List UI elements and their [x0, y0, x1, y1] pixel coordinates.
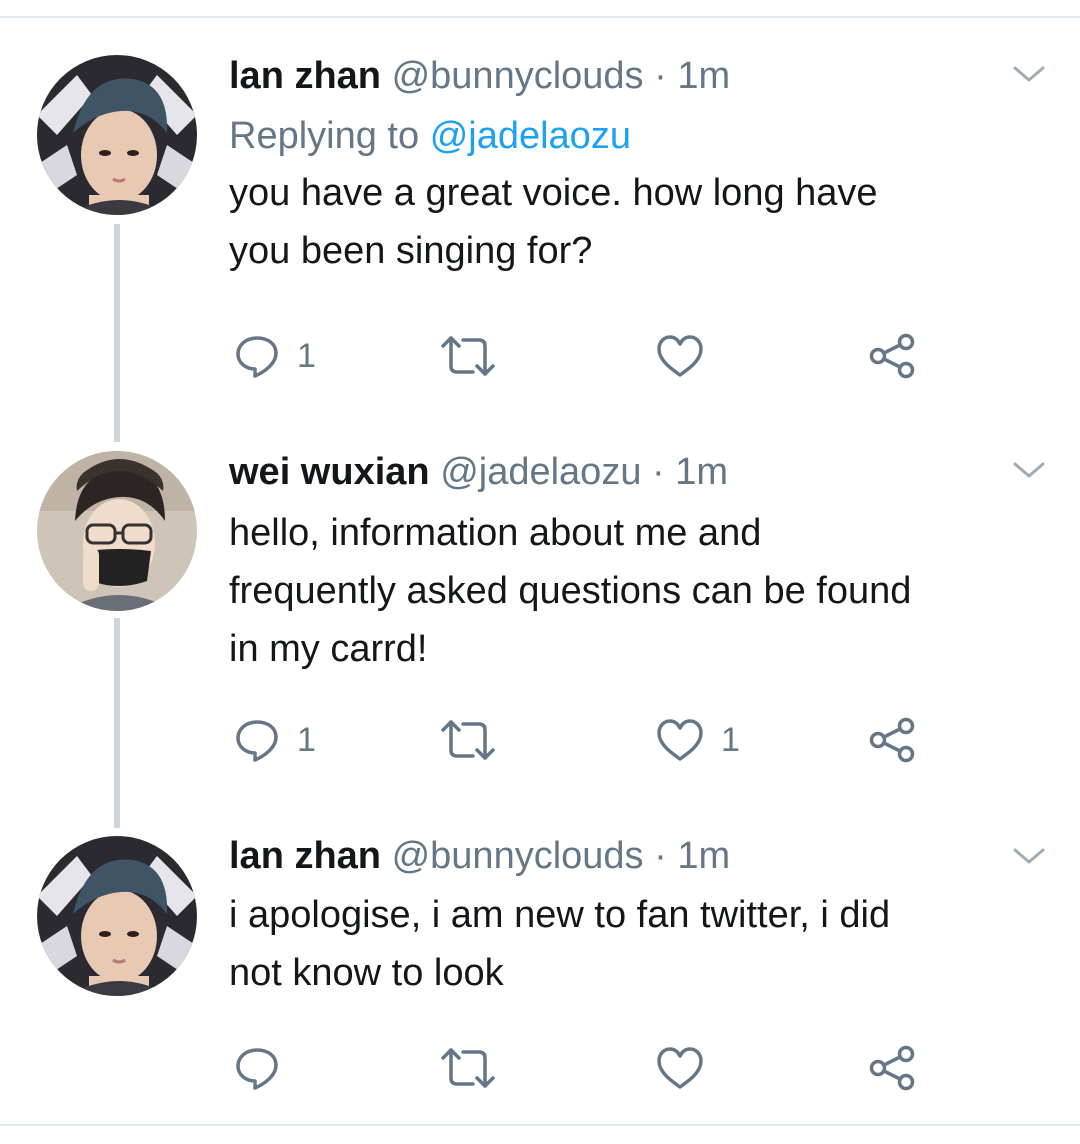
heart-icon: [657, 1047, 703, 1089]
tweet-text: i apologise, i am new to fan twitter, i …: [229, 886, 1059, 1002]
bottom-divider: [0, 1124, 1080, 1126]
display-name[interactable]: lan zhan: [229, 55, 381, 97]
separator: ·: [652, 451, 665, 493]
replying-to: Replying to @jadelaozu: [229, 114, 1059, 158]
avatar-photo-icon: [37, 836, 197, 996]
display-name[interactable]: wei wuxian: [229, 451, 430, 493]
reply-icon: [236, 1048, 278, 1090]
avatar-photo-icon: [37, 451, 197, 611]
reply-count: 1: [297, 336, 316, 375]
share-icon: [869, 333, 915, 379]
share-icon: [869, 1045, 915, 1091]
like-button[interactable]: 1: [655, 714, 740, 766]
reply-icon: [236, 720, 278, 762]
retweet-icon: [441, 336, 495, 376]
avatar[interactable]: [37, 836, 197, 996]
timestamp[interactable]: 1m: [677, 55, 730, 97]
timestamp[interactable]: 1m: [675, 451, 728, 493]
mention-link[interactable]: @jadelaozu: [430, 115, 631, 157]
chevron-down-icon[interactable]: [1012, 846, 1046, 866]
share-button[interactable]: [867, 1042, 917, 1094]
tweet-actions: [229, 1042, 929, 1094]
chevron-down-icon[interactable]: [1012, 460, 1046, 480]
share-button[interactable]: [867, 330, 917, 382]
avatar[interactable]: [37, 55, 197, 215]
retweet-button[interactable]: [439, 1042, 513, 1094]
reply-icon: [236, 336, 278, 378]
retweet-icon: [441, 720, 495, 760]
display-name[interactable]: lan zhan: [229, 835, 381, 877]
tweet-text: hello, information about me and frequent…: [229, 504, 1059, 678]
separator: ·: [654, 55, 667, 97]
tweet-text-line: not know to look: [229, 952, 504, 994]
tweet-actions: 1: [229, 330, 929, 382]
chevron-down-icon[interactable]: [1012, 64, 1046, 84]
avatar-photo-icon: [37, 55, 197, 215]
tweet-text-line: hello, information about me and: [229, 512, 762, 554]
separator: ·: [654, 835, 667, 877]
heart-icon: [657, 719, 703, 761]
tweet-text-line: you been singing for?: [229, 230, 593, 272]
share-button[interactable]: [867, 714, 917, 766]
tweet-text-line: i apologise, i am new to fan twitter, i …: [229, 894, 891, 936]
timestamp[interactable]: 1m: [677, 835, 730, 877]
user-handle[interactable]: @bunnyclouds: [392, 835, 644, 877]
tweet-text-line: in my carrd!: [229, 628, 428, 670]
thread-line: [114, 618, 120, 828]
heart-icon: [657, 335, 703, 377]
tweet-text-line: you have a great voice. how long have: [229, 172, 878, 214]
like-button[interactable]: [655, 330, 721, 382]
tweet-actions: 1 1: [229, 714, 929, 766]
retweet-icon: [441, 1048, 495, 1088]
reply-button[interactable]: [233, 1042, 297, 1094]
tweet-text: you have a great voice. how long have yo…: [229, 164, 1059, 280]
replying-to-label: Replying to: [229, 115, 420, 157]
reply-count: 1: [297, 720, 316, 759]
tweet-text-line: frequently asked questions can be found: [229, 570, 912, 612]
user-handle[interactable]: @jadelaozu: [440, 451, 641, 493]
reply-button[interactable]: 1: [233, 714, 316, 766]
share-icon: [869, 717, 915, 763]
reply-button[interactable]: 1: [233, 330, 316, 382]
tweet-header: lan zhan @bunnyclouds · 1m: [229, 834, 1059, 878]
retweet-button[interactable]: [439, 330, 513, 382]
tweet-header: lan zhan @bunnyclouds · 1m: [229, 54, 1059, 98]
avatar[interactable]: [37, 451, 197, 611]
top-divider: [0, 16, 1080, 18]
retweet-button[interactable]: [439, 714, 513, 766]
thread-line: [114, 224, 120, 442]
tweet-header: wei wuxian @jadelaozu · 1m: [229, 450, 1059, 494]
like-count: 1: [721, 720, 740, 759]
like-button[interactable]: [655, 1042, 721, 1094]
user-handle[interactable]: @bunnyclouds: [392, 55, 644, 97]
